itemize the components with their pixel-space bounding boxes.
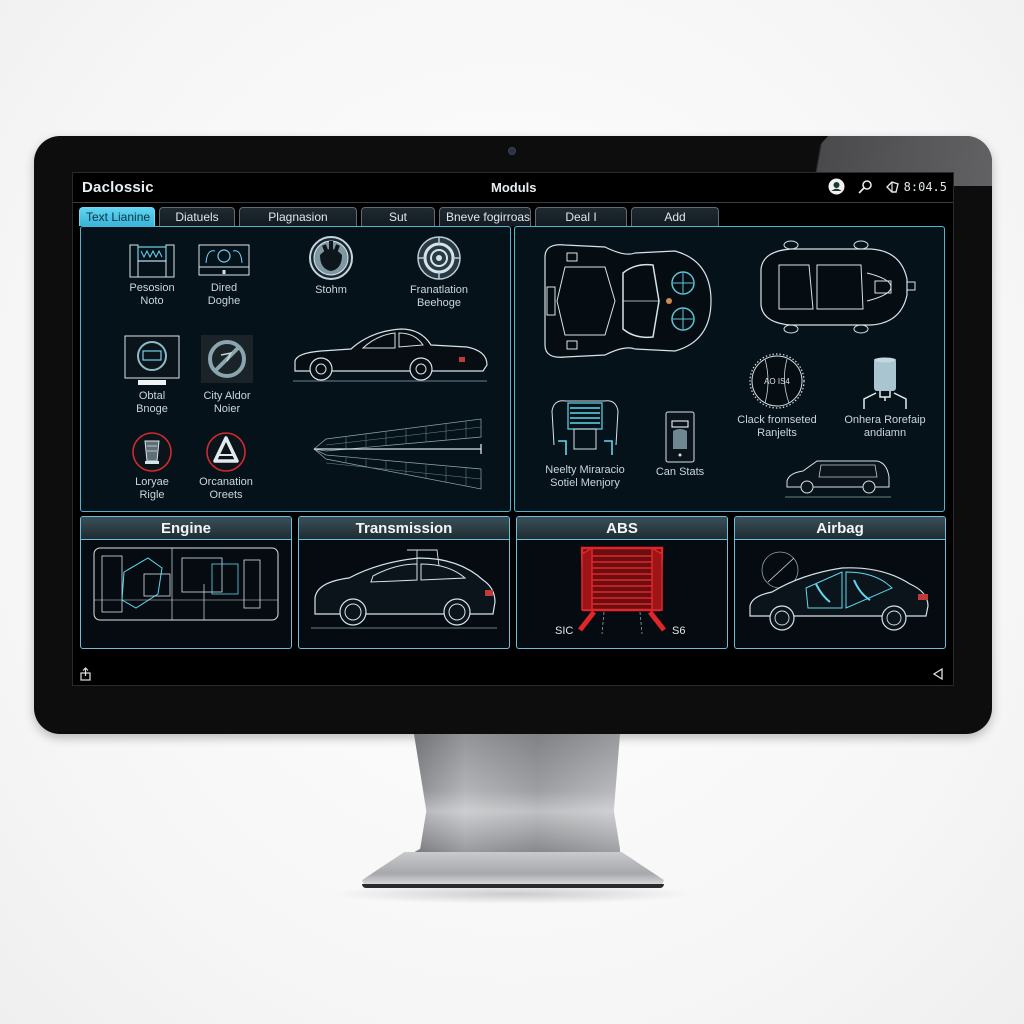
item-label-line1: Neelty Miraracio <box>545 464 625 476</box>
tab-sut[interactable]: Sut <box>361 207 435 226</box>
app-title: Daclossic <box>82 179 154 196</box>
item-label-line1: Dired <box>210 282 238 294</box>
module-item-pesosion-noto[interactable]: Pesosion Noto <box>113 243 191 308</box>
item-label-line2: Noier <box>213 403 241 415</box>
engine-schematic-graphic <box>93 547 279 621</box>
abs-label-left: SIC <box>555 625 574 637</box>
module-card-transmission[interactable]: Transmission <box>298 516 510 649</box>
car-chassis-top-view <box>544 244 712 358</box>
seat-frame-icon <box>551 400 619 455</box>
module-item-clack-fromseted[interactable]: AO IS4 Clack fromseted Ranjelts <box>727 351 827 440</box>
tab-add[interactable]: Add <box>631 207 719 226</box>
wheel-hub-icon <box>417 236 461 280</box>
module-item-stohm[interactable]: Stohm <box>301 235 361 297</box>
item-label-line1: Orcanation <box>199 476 253 488</box>
tab-text-lianine[interactable]: Text Lianine <box>79 207 155 226</box>
module-item-dired-doghe[interactable]: Dired Doghe <box>189 243 259 308</box>
module-item-can-stats[interactable]: Can Stats <box>649 411 711 479</box>
card-title: Airbag <box>735 517 945 540</box>
no-sign-icon <box>201 335 253 383</box>
module-item-obtal-bnoge[interactable]: Obtal Bnoge <box>115 335 189 416</box>
share-icon[interactable] <box>79 667 93 681</box>
volume-icon[interactable] <box>885 179 901 195</box>
item-label-line2: Rigle <box>139 489 165 501</box>
compass-dial-icon: AO IS4 <box>749 353 805 409</box>
card-title: ABS <box>517 517 727 540</box>
classic-car-side-view <box>293 328 488 382</box>
item-label-line2: Doghe <box>207 295 241 307</box>
item-label-line2: andiamn <box>863 427 907 439</box>
sedan-interior-graphic <box>749 551 929 631</box>
item-label-line2: Bnoge <box>136 403 168 415</box>
module-card-engine[interactable]: Engine <box>80 516 292 649</box>
dashboard-icon <box>198 244 250 276</box>
webcam <box>508 147 516 155</box>
item-label-line2: Sotiel Menjory <box>550 477 620 489</box>
item-label-line1: Franatlation <box>409 284 469 296</box>
car-top-view <box>760 240 916 334</box>
item-label-line1: Loryae <box>135 476 169 488</box>
minivan-side-view <box>785 460 891 498</box>
item-label-line2: Oreets <box>209 489 243 501</box>
item-label-line1: Onhera Rorefaip <box>844 414 926 426</box>
right-module-panel: AO IS4 Clack fromseted Ranjelts Onhera R… <box>514 226 945 512</box>
back-arrow-icon[interactable] <box>931 667 945 681</box>
tab-bar: Text Lianine Diatuels Plagnasion Sut Bne… <box>79 207 719 227</box>
card-title: Engine <box>81 517 291 540</box>
module-item-city-aldor[interactable]: City Aldor Noier <box>189 335 265 416</box>
item-label-line1: Pesosion <box>129 282 175 294</box>
module-item-franatlation[interactable]: Franatlation Beehoge <box>399 235 479 310</box>
piston-warning-icon <box>132 432 172 472</box>
module-item-onhera-rorefaip[interactable]: Onhera Rorefaip andiamn <box>833 357 937 440</box>
module-item-neelty-miraracio[interactable]: Neelty Miraracio Sotiel Menjory <box>525 395 645 490</box>
module-item-orcanation-oreets[interactable]: Orcanation Oreets <box>183 431 269 502</box>
profile-icon[interactable] <box>828 178 845 195</box>
sedan-side-view-graphic <box>311 549 497 629</box>
tab-deal[interactable]: Deal I <box>535 207 627 226</box>
triangle-warning-icon <box>206 432 246 472</box>
app-window: Daclossic Moduls 8:04.5 Text Lianine Dia… <box>72 172 954 686</box>
stand-base-edge <box>362 884 664 888</box>
left-module-panel: Pesosion Noto Dired Doghe Stohm Franatla… <box>80 226 511 512</box>
steering-wheel-icon <box>309 236 353 280</box>
item-label-line1: Stohm <box>315 284 347 296</box>
status-area: 8:04.5 <box>828 178 947 195</box>
tab-diatuels[interactable]: Diatuels <box>159 207 235 226</box>
clock: 8:04.5 <box>903 179 947 194</box>
item-label-line1: Clack fromseted <box>737 414 817 426</box>
title-bar: Daclossic Moduls 8:04.5 <box>73 173 953 203</box>
phone-stats-icon <box>665 411 695 463</box>
abs-label-right: S6 <box>672 625 686 637</box>
section-title: Moduls <box>491 180 537 195</box>
product-photo: Daclossic Moduls 8:04.5 Text Lianine Dia… <box>0 0 1024 1024</box>
item-label-line2: Ranjelts <box>757 427 797 439</box>
module-item-loryae-rigle[interactable]: Loryae Rigle <box>119 431 185 502</box>
seat-module-icon <box>129 244 175 278</box>
module-card-abs[interactable]: ABS SIC S6 <box>516 516 728 649</box>
tab-bneve-fogirroas[interactable]: Bneve fogirroas <box>439 207 531 226</box>
search-icon[interactable] <box>857 179 873 195</box>
card-title: Transmission <box>299 517 509 540</box>
item-label-line2: Noto <box>140 295 164 307</box>
item-label-line1: City Aldor <box>203 390 251 402</box>
wireframe-beam-diagram <box>313 418 482 490</box>
gauge-display-icon <box>124 335 180 385</box>
monitor-stand-base <box>362 852 664 888</box>
fluid-reservoir-icon <box>863 357 907 409</box>
dial-text: AO IS4 <box>764 377 790 386</box>
volume-clock: 8:04.5 <box>885 179 947 195</box>
item-label-line2: Beehoge <box>416 297 462 309</box>
item-label-line1: Can Stats <box>655 466 705 478</box>
item-label-line1: Obtal <box>138 390 166 402</box>
tab-plagnasion[interactable]: Plagnasion <box>239 207 357 226</box>
module-card-airbag[interactable]: Airbag <box>734 516 946 649</box>
